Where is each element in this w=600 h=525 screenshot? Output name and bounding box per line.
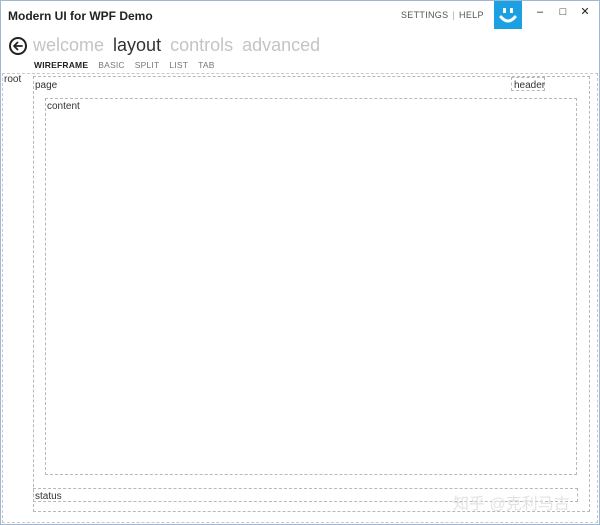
smiley-logo-icon xyxy=(494,1,522,29)
window-title: Modern UI for WPF Demo xyxy=(8,9,153,23)
link-separator: | xyxy=(452,10,456,20)
menu-item-layout[interactable]: layout xyxy=(113,35,161,56)
main-menu: welcome layout controls advanced xyxy=(33,35,329,56)
menu-item-advanced[interactable]: advanced xyxy=(242,35,320,56)
sub-menu: WIREFRAME BASIC SPLIT LIST TAB xyxy=(34,60,225,70)
content-label: content xyxy=(47,101,80,112)
settings-link[interactable]: SETTINGS xyxy=(401,10,448,20)
watermark-text: 知乎 @克利马古 xyxy=(453,496,570,513)
content-frame xyxy=(45,98,577,475)
back-button[interactable] xyxy=(9,37,27,55)
help-link[interactable]: HELP xyxy=(459,10,484,20)
header-label: header xyxy=(514,80,546,91)
arrow-left-icon xyxy=(13,41,23,51)
title-bar: Modern UI for WPF Demo SETTINGS | HELP –… xyxy=(1,1,599,31)
tab-basic[interactable]: BASIC xyxy=(98,60,125,70)
tab-wireframe[interactable]: WIREFRAME xyxy=(34,60,88,70)
top-links: SETTINGS | HELP xyxy=(401,10,484,20)
close-button[interactable]: ✕ xyxy=(574,3,596,21)
smiley-icon xyxy=(499,8,517,23)
page-label: page xyxy=(35,80,58,91)
tab-tab[interactable]: TAB xyxy=(198,60,215,70)
minimize-button[interactable]: – xyxy=(529,3,551,21)
tab-split[interactable]: SPLIT xyxy=(135,60,160,70)
status-label: status xyxy=(35,491,62,502)
tab-list[interactable]: LIST xyxy=(169,60,188,70)
menu-item-welcome[interactable]: welcome xyxy=(33,35,104,56)
maximize-button[interactable]: □ xyxy=(552,3,574,21)
root-label: root xyxy=(4,74,22,85)
menu-item-controls[interactable]: controls xyxy=(170,35,233,56)
app-window: Modern UI for WPF Demo SETTINGS | HELP –… xyxy=(0,0,600,525)
